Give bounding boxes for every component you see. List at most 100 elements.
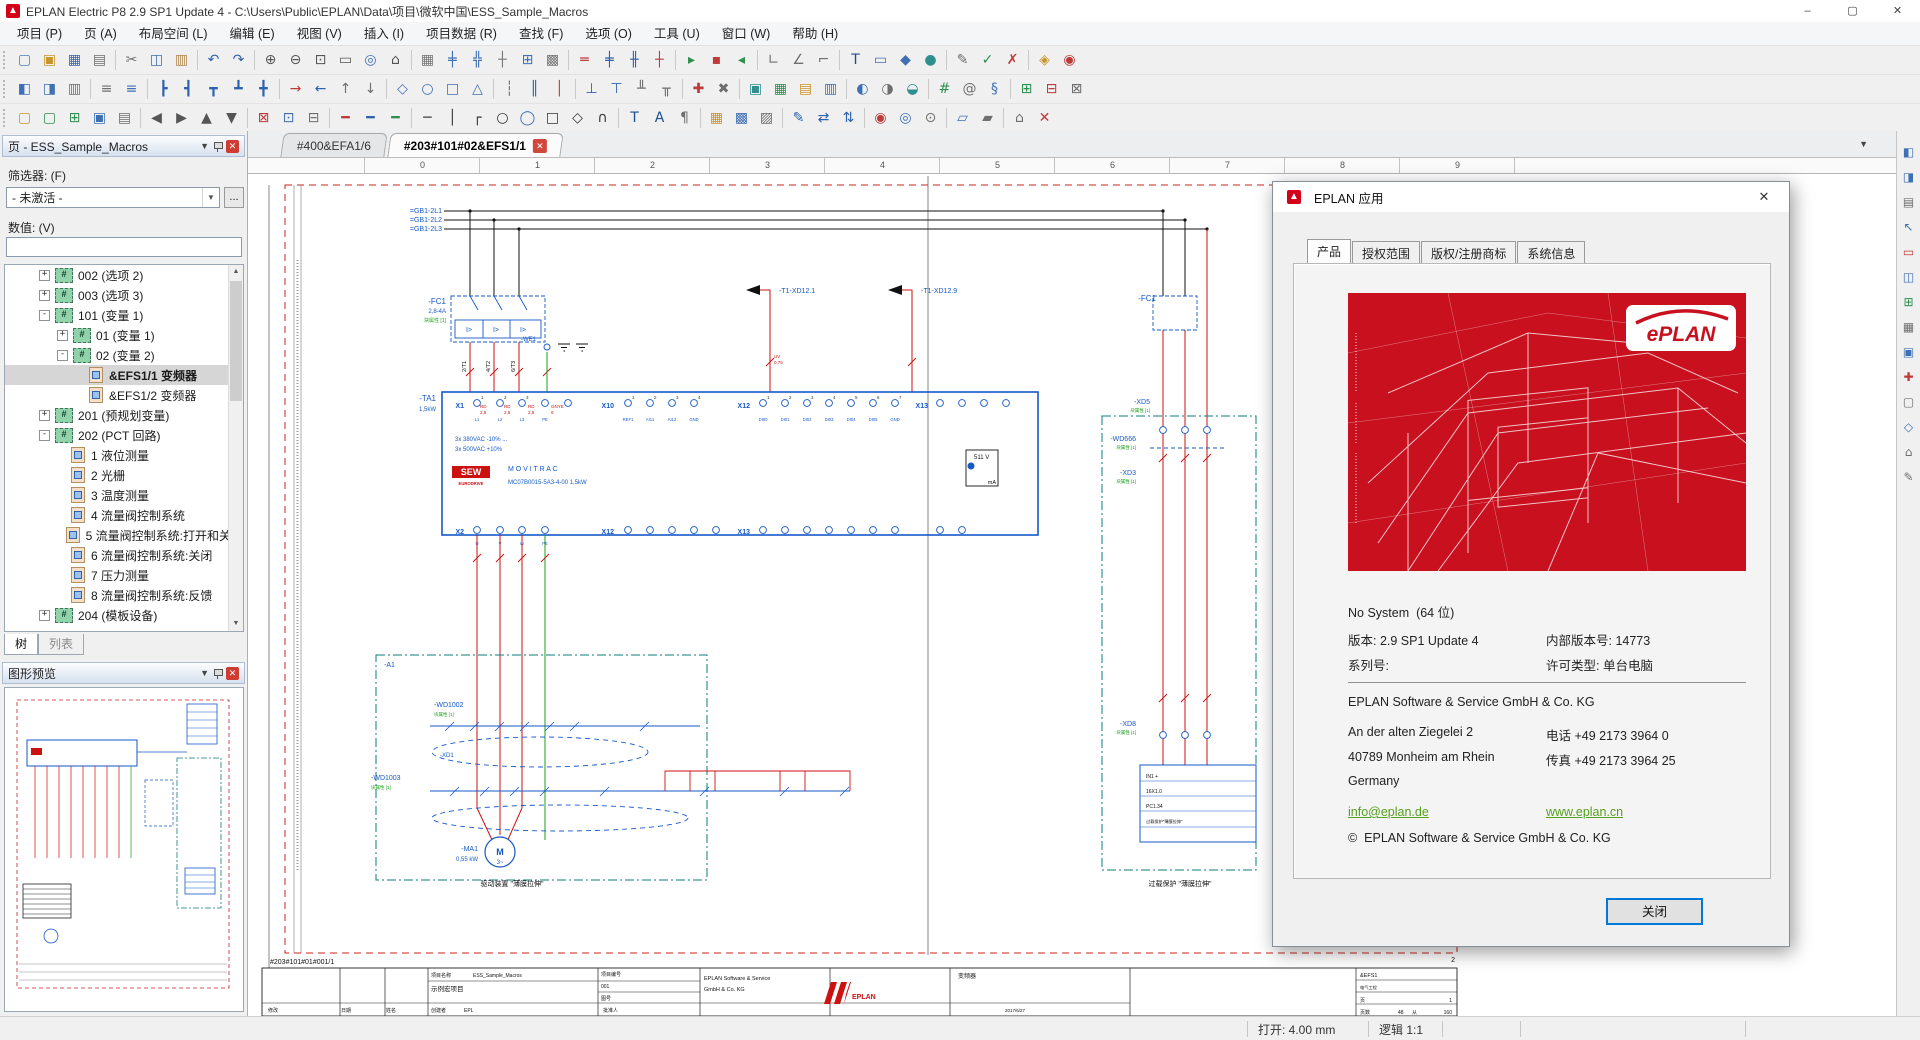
menu-project[interactable]: 项目 (P) <box>6 22 73 46</box>
terminal-pin[interactable] <box>781 399 789 407</box>
toolbar-icon[interactable]: ▼ <box>219 106 244 131</box>
menu-help[interactable]: 帮助 (H) <box>781 22 849 46</box>
toolbar-icon[interactable]: ⊠ <box>1064 77 1089 102</box>
page-new-icon[interactable]: ▢ <box>12 106 37 131</box>
terminal-pin[interactable] <box>473 526 481 534</box>
toolbar-icon[interactable]: ◐ <box>850 77 875 102</box>
toolbar-icon[interactable]: ▣ <box>1897 339 1920 364</box>
toolbar-icon[interactable]: ▩ <box>729 106 754 131</box>
toolbar-icon[interactable]: ━ <box>333 106 358 131</box>
toolbar-icon[interactable]: ┳ <box>201 77 226 102</box>
expand-icon[interactable]: + <box>39 609 50 621</box>
toolbar-icon[interactable]: ─ <box>415 106 440 131</box>
toolbar-icon[interactable]: ▦ <box>768 77 793 102</box>
toolbar-icon[interactable]: ✗ <box>1000 48 1025 73</box>
expand-icon[interactable]: + <box>39 409 50 421</box>
toolbar-icon[interactable]: ▢ <box>1897 389 1920 414</box>
tree-item[interactable]: - #101 (变量 1) <box>5 305 243 325</box>
collapse-icon[interactable]: - <box>57 349 68 361</box>
toolbar-icon[interactable]: ◨ <box>37 77 62 102</box>
undo-icon[interactable]: ↶ <box>201 48 226 73</box>
toolbar-icon[interactable]: ∩ <box>590 106 615 131</box>
toolbar-icon[interactable]: │ <box>440 106 465 131</box>
email-link[interactable]: info@eplan.de <box>1348 805 1429 819</box>
menu-window[interactable]: 窗口 (W) <box>711 22 782 46</box>
toolbar-icon[interactable]: ▦ <box>704 106 729 131</box>
terminal-pin[interactable] <box>936 526 944 534</box>
toolbar-icon[interactable]: ╪ <box>440 48 465 73</box>
chevron-down-icon[interactable]: ▼ <box>202 188 219 207</box>
maximize-icon[interactable]: ▢ <box>1830 0 1875 22</box>
terminal-pin[interactable] <box>668 526 676 534</box>
panel-close-icon[interactable]: ✕ <box>226 139 239 153</box>
tab-close-icon[interactable]: ✕ <box>533 138 548 153</box>
prev-page-icon[interactable]: ◀ <box>144 106 169 131</box>
snap-icon[interactable]: ╬ <box>465 48 490 73</box>
toolbar-icon[interactable]: ⊠ <box>251 106 276 131</box>
terminal-pin[interactable] <box>958 526 966 534</box>
terminal-pin[interactable] <box>1159 731 1167 739</box>
toolbar-icon[interactable]: ┣ <box>151 77 176 102</box>
terminal-pin[interactable] <box>646 399 654 407</box>
toolbar-icon[interactable]: ⊙ <box>918 106 943 131</box>
toolbar-icon[interactable]: ▦ <box>1897 314 1920 339</box>
toolbar-icon[interactable]: ▤ <box>112 106 137 131</box>
toolbar-icon[interactable]: ▣ <box>87 106 112 131</box>
terminal-pin[interactable] <box>847 526 855 534</box>
tree-item[interactable]: 6 流量阀控制系统:关闭 <box>5 545 243 565</box>
website-link[interactable]: www.eplan.cn <box>1546 805 1623 819</box>
toolbar-icon[interactable]: ━ <box>358 106 383 131</box>
rect-tool-icon[interactable]: □ <box>540 106 565 131</box>
close-icon[interactable]: ✕ <box>1875 0 1920 22</box>
tree-item[interactable]: + #201 (预规划变量) <box>5 405 243 425</box>
tree-item[interactable]: + #01 (变量 1) <box>5 325 243 345</box>
terminal-pin[interactable] <box>759 399 767 407</box>
toolbar-icon[interactable]: ◯ <box>515 106 540 131</box>
close-button[interactable]: 关闭 <box>1606 898 1703 925</box>
tree-item[interactable]: - #202 (PCT 回路) <box>5 425 243 445</box>
zoom-window-icon[interactable]: ⊡ <box>308 48 333 73</box>
terminal-pin[interactable] <box>936 399 944 407</box>
terminal-pin[interactable] <box>781 526 789 534</box>
menu-edit[interactable]: 编辑 (E) <box>219 22 286 46</box>
terminal-pin[interactable] <box>1159 426 1167 434</box>
terminal-pin[interactable] <box>646 526 654 534</box>
toolbar-icon[interactable]: ↑ <box>333 77 358 102</box>
toolbar-icon[interactable]: ┆ <box>497 77 522 102</box>
scroll-thumb[interactable] <box>230 281 242 401</box>
toolbar-icon[interactable]: ✎ <box>950 48 975 73</box>
toolbar-icon[interactable]: ○ <box>415 77 440 102</box>
terminal-pin[interactable] <box>541 526 549 534</box>
toolbar-icon[interactable]: ▭ <box>868 48 893 73</box>
terminal-pin[interactable] <box>1181 731 1189 739</box>
toolbar-icon[interactable]: ● <box>918 48 943 73</box>
toolbar-icon[interactable]: ✖ <box>711 77 736 102</box>
tree-scrollbar[interactable]: ▲ ▼ <box>228 265 243 631</box>
toolbar-icon[interactable]: ⊟ <box>1039 77 1064 102</box>
toolbar-icon[interactable]: │ <box>547 77 572 102</box>
text-icon[interactable]: T <box>843 48 868 73</box>
menu-project-data[interactable]: 项目数据 (R) <box>415 22 508 46</box>
toolbar-icon[interactable]: ═ <box>572 48 597 73</box>
tree-item[interactable]: 7 压力测量 <box>5 565 243 585</box>
toolbar-icon[interactable]: A <box>647 106 672 131</box>
toolbar-icon[interactable]: ◎ <box>358 48 383 73</box>
menu-tools[interactable]: 工具 (U) <box>643 22 711 46</box>
terminal-pin[interactable] <box>980 399 988 407</box>
toolbar-icon[interactable]: ⊞ <box>62 106 87 131</box>
tree-item[interactable]: - #02 (变量 2) <box>5 345 243 365</box>
document-tab[interactable]: #203#101#02&EFS1/1 ✕ <box>387 133 564 157</box>
toolbar-icon[interactable]: ╫ <box>622 48 647 73</box>
terminal-pin[interactable] <box>541 399 549 407</box>
terminal-pin[interactable] <box>496 399 504 407</box>
panel-close-icon[interactable]: ✕ <box>226 666 239 680</box>
tree-item[interactable]: &EFS1/2 变频器 <box>5 385 243 405</box>
toolbar-icon[interactable]: ▥ <box>62 77 87 102</box>
save-icon[interactable]: ▦ <box>62 48 87 73</box>
terminal-pin[interactable] <box>518 399 526 407</box>
collapse-icon[interactable]: - <box>39 429 50 441</box>
tree-item[interactable]: 4 流量阀控制系统 <box>5 505 243 525</box>
toolbar-icon[interactable]: ✓ <box>975 48 1000 73</box>
next-page-icon[interactable]: ▶ <box>169 106 194 131</box>
terminal-pin[interactable] <box>1203 426 1211 434</box>
